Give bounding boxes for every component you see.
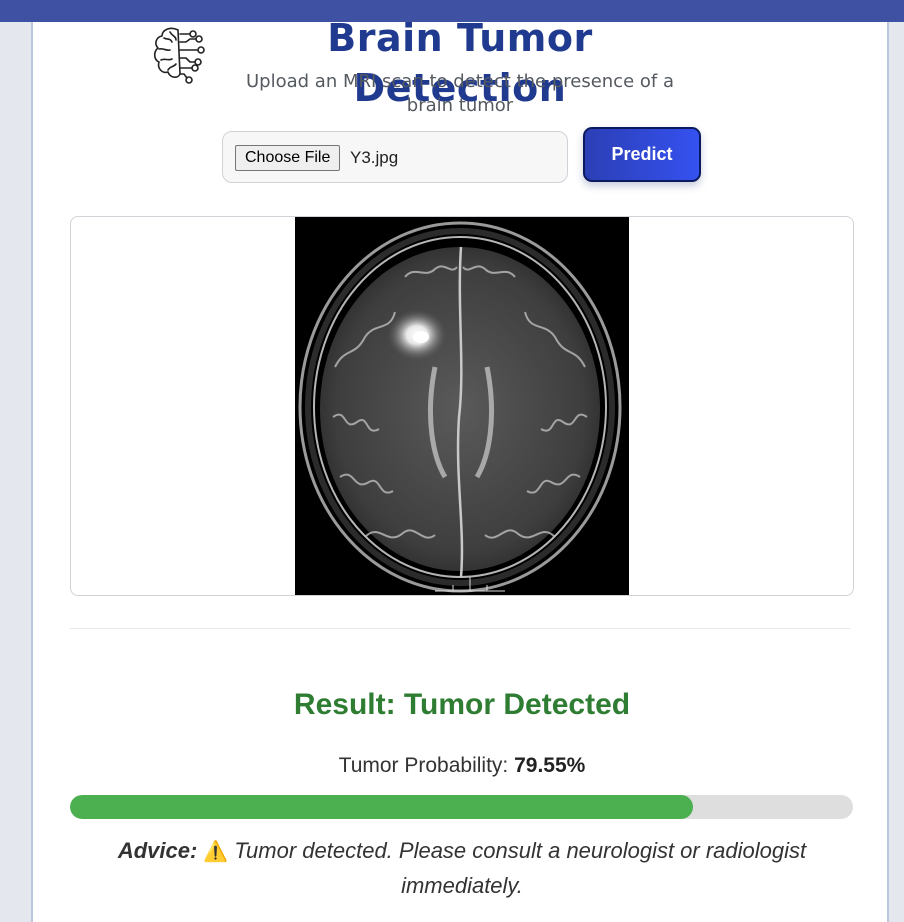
probability-bar — [70, 795, 853, 819]
probability-bar-fill — [70, 795, 693, 819]
advice-message: Tumor detected. Please consult a neurolo… — [234, 838, 807, 898]
warning-icon: ⚠️ — [203, 841, 229, 863]
image-preview — [70, 216, 854, 596]
result-heading: Result: Tumor Detected — [293, 688, 631, 721]
selected-file-name: Y3.jpg — [350, 148, 399, 167]
predict-button[interactable]: Predict — [583, 127, 701, 182]
page-subtitle: Upload an MRI scan to detect the presenc… — [246, 71, 674, 116]
choose-file-button[interactable]: Choose File — [235, 145, 341, 171]
tumor-probability: Tumor Probability: 79.55% — [70, 752, 854, 780]
section-divider — [70, 628, 850, 629]
probability-label: Tumor Probability: — [338, 754, 509, 777]
file-upload-field[interactable]: Choose File Y3.jpg — [222, 131, 568, 183]
advice-label: Advice: — [117, 838, 198, 863]
mri-scan-image — [295, 217, 629, 595]
brain-circuit-icon — [153, 27, 205, 84]
advice-text: Advice: ⚠️ Tumor detected. Please consult … — [100, 834, 824, 902]
probability-value: 79.55% — [514, 754, 586, 777]
